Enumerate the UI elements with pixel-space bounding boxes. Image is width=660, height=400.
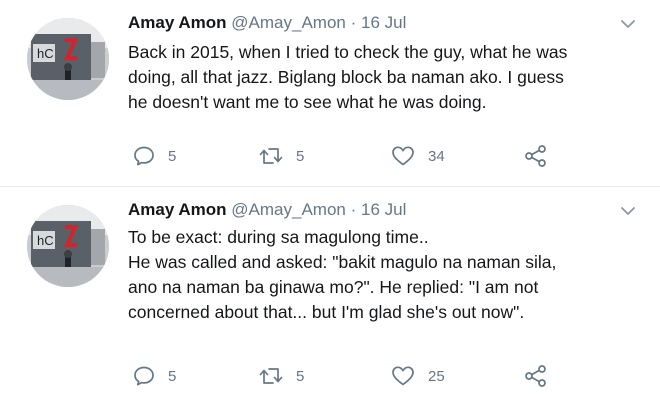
like-count: 34 [428, 147, 445, 165]
like-button[interactable]: 25 [390, 361, 445, 391]
tweet[interactable]: hC Amay Amon @Amay_Amon · 16 Jul To be e… [0, 187, 660, 400]
reply-button[interactable]: 5 [132, 141, 176, 171]
separator-dot: · [350, 13, 357, 32]
reply-icon [132, 364, 156, 388]
author-handle[interactable]: @Amay_Amon [231, 200, 346, 219]
reply-count: 5 [168, 367, 177, 385]
tweet-text-line: He was called and asked: "bakit magulo n… [128, 252, 557, 272]
svg-text:hC: hC [37, 46, 54, 61]
share-icon [523, 364, 549, 388]
like-button[interactable]: 34 [390, 141, 445, 171]
share-button[interactable] [523, 141, 549, 171]
chevron-down-icon[interactable] [618, 14, 638, 34]
tweet-text-line: he doesn't want me to see what he was do… [128, 92, 487, 112]
tweet-text: To be exact: during sa magulong time.. H… [128, 225, 643, 325]
tweet[interactable]: hC Amay Amon @Amay_Amon · 16 Jul Back in… [0, 0, 660, 186]
reply-button[interactable]: 5 [132, 361, 176, 391]
share-button[interactable] [523, 361, 549, 391]
tweet-text-line: ano na naman ba ginawa mo?". He replied:… [128, 277, 539, 297]
heart-icon [390, 364, 416, 388]
tweet-text-line: Back in 2015, when I tried to check the … [128, 42, 568, 62]
separator-dot: · [350, 200, 357, 219]
author-name[interactable]: Amay Amon [128, 13, 227, 32]
tweet-text-line: doing, all that jazz. Biglang block ba n… [128, 67, 564, 87]
reply-count: 5 [168, 147, 177, 165]
retweet-icon [258, 144, 284, 168]
tweet-header: Amay Amon @Amay_Amon · 16 Jul [128, 199, 406, 221]
tweet-actions: 5 5 34 [128, 141, 568, 171]
chevron-down-icon[interactable] [618, 201, 638, 221]
heart-icon [390, 144, 416, 168]
tweet-date[interactable]: 16 Jul [361, 13, 406, 32]
retweet-button[interactable]: 5 [258, 141, 304, 171]
tweet-text-line: To be exact: during sa magulong time.. [128, 227, 429, 247]
tweet-text: Back in 2015, when I tried to check the … [128, 40, 643, 115]
avatar[interactable]: hC [27, 205, 109, 287]
retweet-count: 5 [296, 147, 305, 165]
tweet-text-line: concerned about that... but I'm glad she… [128, 302, 525, 322]
svg-text:hC: hC [37, 233, 54, 248]
avatar[interactable]: hC [27, 18, 109, 100]
share-icon [523, 144, 549, 168]
author-name[interactable]: Amay Amon [128, 200, 227, 219]
reply-icon [132, 144, 156, 168]
retweet-icon [258, 364, 284, 388]
retweet-button[interactable]: 5 [258, 361, 304, 391]
tweet-header: Amay Amon @Amay_Amon · 16 Jul [128, 12, 406, 34]
author-handle[interactable]: @Amay_Amon [231, 13, 346, 32]
tweet-actions: 5 5 25 [128, 361, 568, 391]
retweet-count: 5 [296, 367, 305, 385]
tweet-date[interactable]: 16 Jul [361, 200, 406, 219]
like-count: 25 [428, 367, 445, 385]
